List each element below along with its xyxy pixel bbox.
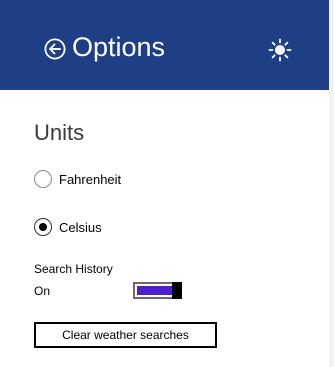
toggle-thumb[interactable] — [172, 282, 182, 299]
options-header: Options — [0, 0, 329, 90]
search-history-state: On — [34, 284, 51, 298]
fahrenheit-label: Fahrenheit — [59, 172, 122, 187]
radio-selected-dot — [39, 223, 47, 231]
fahrenheit-radio-button[interactable] — [34, 170, 52, 188]
celsius-radio-button[interactable] — [34, 218, 52, 236]
toggle-fill — [137, 286, 172, 295]
search-history-label: Search History — [34, 262, 113, 276]
page-title: Options — [72, 32, 166, 62]
background-edge — [329, 0, 334, 367]
back-arrow-circle-icon — [44, 38, 66, 60]
units-section-title: Units — [34, 120, 85, 145]
celsius-label: Celsius — [59, 220, 102, 235]
back-button[interactable] — [44, 38, 66, 60]
sun-icon[interactable] — [268, 38, 292, 62]
clear-weather-searches-button[interactable]: Clear weather searches — [34, 322, 217, 348]
search-history-toggle[interactable] — [133, 282, 182, 299]
options-pane: Options Units Fahrenheit Celsius Search … — [0, 0, 329, 367]
